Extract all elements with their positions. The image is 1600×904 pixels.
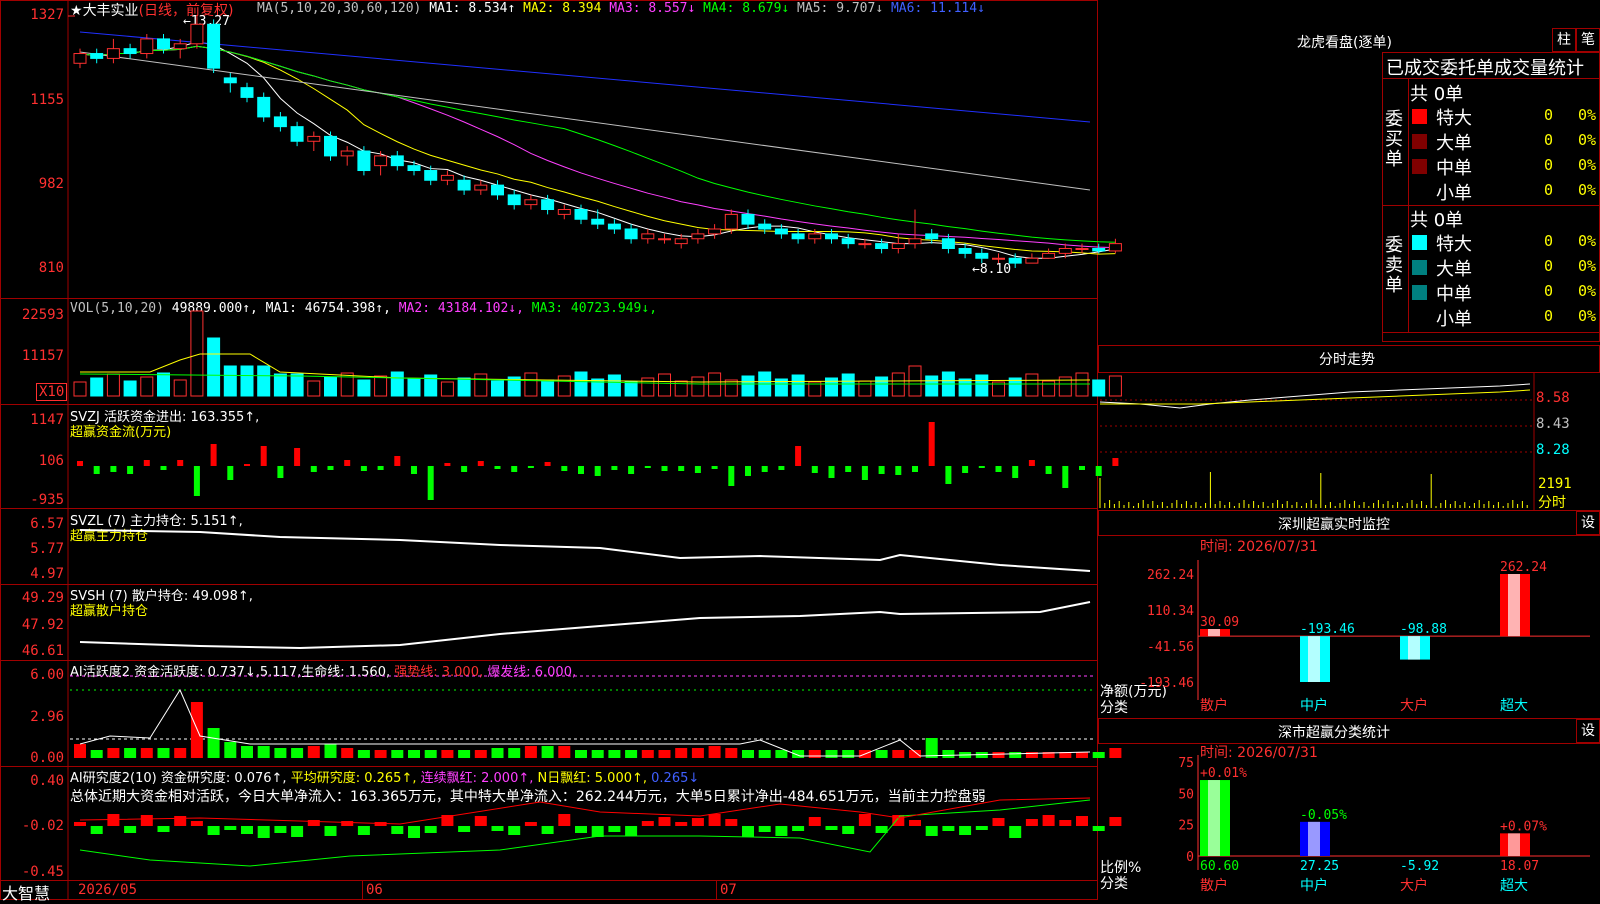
sz-class-bar-shine <box>1308 821 1320 856</box>
sz-class-tick: 0 <box>1186 850 1194 865</box>
sz-class-category: 超大 <box>1500 878 1528 894</box>
sz-class-value: 60.60 <box>1200 859 1239 874</box>
sz-class-chart[interactable]: 75 50 25 0 +0.01% 60.60 散户 -0.05% 27.25 中户 -5.92 大户… <box>0 0 1600 900</box>
sz-class-category: 中户 <box>1300 877 1328 894</box>
sz-class-category: 散户 <box>1200 877 1228 894</box>
sz-class-tick: 50 <box>1178 787 1194 802</box>
sz-class-tick: 75 <box>1178 756 1194 771</box>
sz-class-change: -0.05% <box>1300 808 1347 823</box>
sz-class-bar-shine <box>1508 833 1520 856</box>
sz-class-category: 大户 <box>1400 877 1428 894</box>
sz-class-value: 27.25 <box>1300 859 1339 874</box>
sz-class-tick: 25 <box>1178 819 1194 834</box>
sz-class-change: +0.01% <box>1200 766 1247 781</box>
sz-class-bar-shine <box>1208 780 1220 856</box>
sz-class-change: +0.07% <box>1500 819 1547 834</box>
sz-class-value: 18.07 <box>1500 859 1539 874</box>
sz-class-value: -5.92 <box>1400 859 1439 874</box>
